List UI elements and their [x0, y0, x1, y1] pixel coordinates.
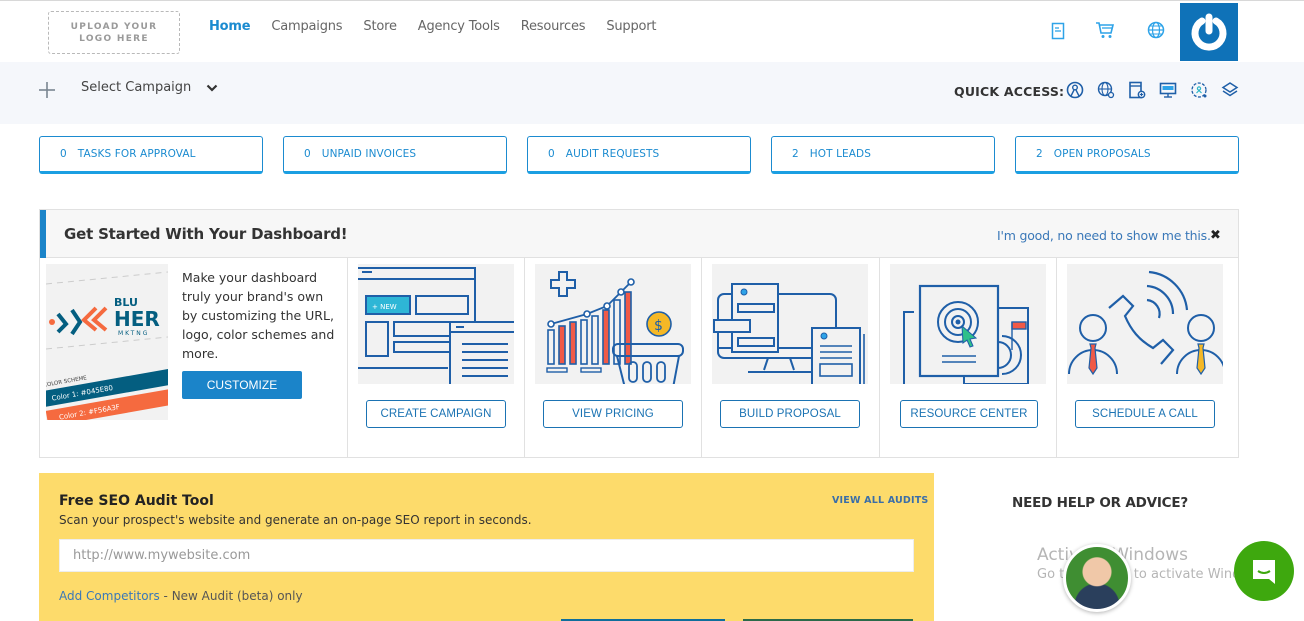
layers-icon[interactable] [1220, 80, 1240, 100]
nav-home[interactable]: Home [209, 19, 251, 34]
quick-access-label: QUICK ACCESS: [954, 84, 1065, 99]
chevron-down-icon [206, 84, 218, 92]
stat-count: 0 [60, 148, 67, 160]
brand-line3: MKTNG [118, 330, 149, 337]
stat-count: 2 [792, 148, 799, 160]
nav-store[interactable]: Store [363, 19, 397, 34]
campaign-select-label: Select Campaign [81, 80, 192, 95]
card-resource-center: RESOURCE CENTER [880, 258, 1057, 457]
build-proposal-button[interactable]: BUILD PROPOSAL [720, 400, 860, 428]
chat-icon [1253, 560, 1275, 584]
help-title: NEED HELP OR ADVICE? [1012, 495, 1189, 511]
stat-count: 0 [304, 148, 311, 160]
power-icon [1191, 13, 1227, 51]
card-view-pricing: $ VIEW PRICING [525, 258, 702, 457]
get-started-panel: Get Started With Your Dashboard! I'm goo… [39, 209, 1239, 458]
header-accent-bar [40, 210, 46, 258]
brand-description: Make your dashboard truly your brand's o… [182, 270, 335, 361]
view-all-audits-link[interactable]: VIEW ALL AUDITS [832, 495, 928, 506]
resource-center-illustration [890, 264, 1046, 384]
campaign-select[interactable]: Select Campaign [81, 80, 218, 95]
plus-icon [39, 82, 55, 98]
stat-label: TASKS FOR APPROVAL [77, 148, 196, 160]
seo-audit-panel: Free SEO Audit Tool Scan your prospect's… [39, 473, 934, 621]
document-add-icon[interactable] [1127, 80, 1147, 100]
globe-icon[interactable] [1146, 20, 1166, 40]
seo-audit-subtitle: Scan your prospect's website and generat… [59, 513, 532, 527]
seo-audit-title: Free SEO Audit Tool [59, 493, 214, 509]
add-competitors-link[interactable]: Add Competitors [59, 589, 160, 603]
brand-preview-image: BLU HER MKTNG COLOR SCHEME Color 1: #045… [46, 264, 168, 420]
stat-count: 2 [1036, 148, 1043, 160]
card-create-campaign: + NEW CREATE CAMPAIGN [348, 258, 525, 457]
stat-label: UNPAID INVOICES [321, 148, 417, 160]
seo-footer: Add Competitors - New Audit (beta) only [59, 589, 303, 603]
dismiss-link[interactable]: I'm good, no need to show me this. [997, 228, 1211, 243]
create-campaign-illustration: + NEW [358, 264, 514, 384]
advisor-avatar[interactable] [1063, 544, 1131, 612]
account-menu-button[interactable] [1180, 3, 1238, 61]
close-icon[interactable]: ✖ [1210, 228, 1221, 243]
quick-access-icons [1065, 80, 1251, 100]
search-user-icon[interactable] [1189, 80, 1209, 100]
upload-logo-placeholder[interactable]: UPLOAD YOUR LOGO HERE [48, 11, 180, 54]
stat-open-proposals[interactable]: 2 OPEN PROPOSALS [1015, 136, 1239, 174]
add-campaign-button[interactable] [38, 81, 56, 103]
stat-audit-requests[interactable]: 0 AUDIT REQUESTS [527, 136, 751, 174]
logo-line1: UPLOAD YOUR [70, 21, 158, 32]
stat-hot-leads[interactable]: 2 HOT LEADS [771, 136, 995, 174]
card-build-proposal: BUILD PROPOSAL [702, 258, 880, 457]
main-nav: Home Campaigns Store Agency Tools Resour… [209, 19, 677, 34]
stat-count: 0 [548, 148, 555, 160]
nav-resources[interactable]: Resources [521, 19, 586, 34]
invoice-icon[interactable] [1048, 21, 1068, 41]
seo-footer-note: - New Audit (beta) only [159, 589, 303, 603]
stat-label: HOT LEADS [809, 148, 872, 160]
schedule-call-button[interactable]: SCHEDULE A CALL [1075, 400, 1215, 428]
stat-label: OPEN PROPOSALS [1053, 148, 1151, 160]
get-started-header: Get Started With Your Dashboard! I'm goo… [40, 210, 1238, 258]
view-pricing-button[interactable]: VIEW PRICING [543, 400, 683, 428]
new-badge-text: + NEW [372, 303, 397, 311]
top-navbar: UPLOAD YOUR LOGO HERE Home Campaigns Sto… [0, 1, 1304, 62]
stat-label: AUDIT REQUESTS [565, 148, 660, 160]
user-circle-icon[interactable] [1065, 80, 1085, 100]
proposal-illustration [712, 264, 868, 384]
card-schedule-call: SCHEDULE A CALL [1057, 258, 1238, 457]
chat-launcher-button[interactable] [1234, 541, 1294, 601]
globe-settings-icon[interactable] [1096, 80, 1116, 100]
schedule-call-illustration [1067, 264, 1223, 384]
dollar-badge-text: $ [654, 318, 663, 334]
nav-support[interactable]: Support [606, 19, 656, 34]
resource-center-button[interactable]: RESOURCE CENTER [900, 400, 1038, 428]
create-campaign-button[interactable]: CREATE CAMPAIGN [366, 400, 506, 428]
stat-tasks-for-approval[interactable]: 0 TASKS FOR APPROVAL [39, 136, 263, 174]
monitor-icon[interactable] [1158, 80, 1178, 100]
pricing-illustration: $ [535, 264, 691, 384]
customize-button[interactable]: CUSTOMIZE [182, 371, 302, 399]
logo-line2: LOGO HERE [79, 33, 149, 44]
stat-unpaid-invoices[interactable]: 0 UNPAID INVOICES [283, 136, 507, 174]
nav-agency-tools[interactable]: Agency Tools [418, 19, 500, 34]
brand-line2: HER [114, 307, 160, 331]
get-started-title: Get Started With Your Dashboard! [64, 225, 348, 243]
brand-customize-column: BLU HER MKTNG COLOR SCHEME Color 1: #045… [40, 258, 348, 457]
cart-icon[interactable] [1095, 20, 1115, 40]
nav-campaigns[interactable]: Campaigns [271, 19, 342, 34]
website-url-input[interactable] [59, 539, 914, 572]
